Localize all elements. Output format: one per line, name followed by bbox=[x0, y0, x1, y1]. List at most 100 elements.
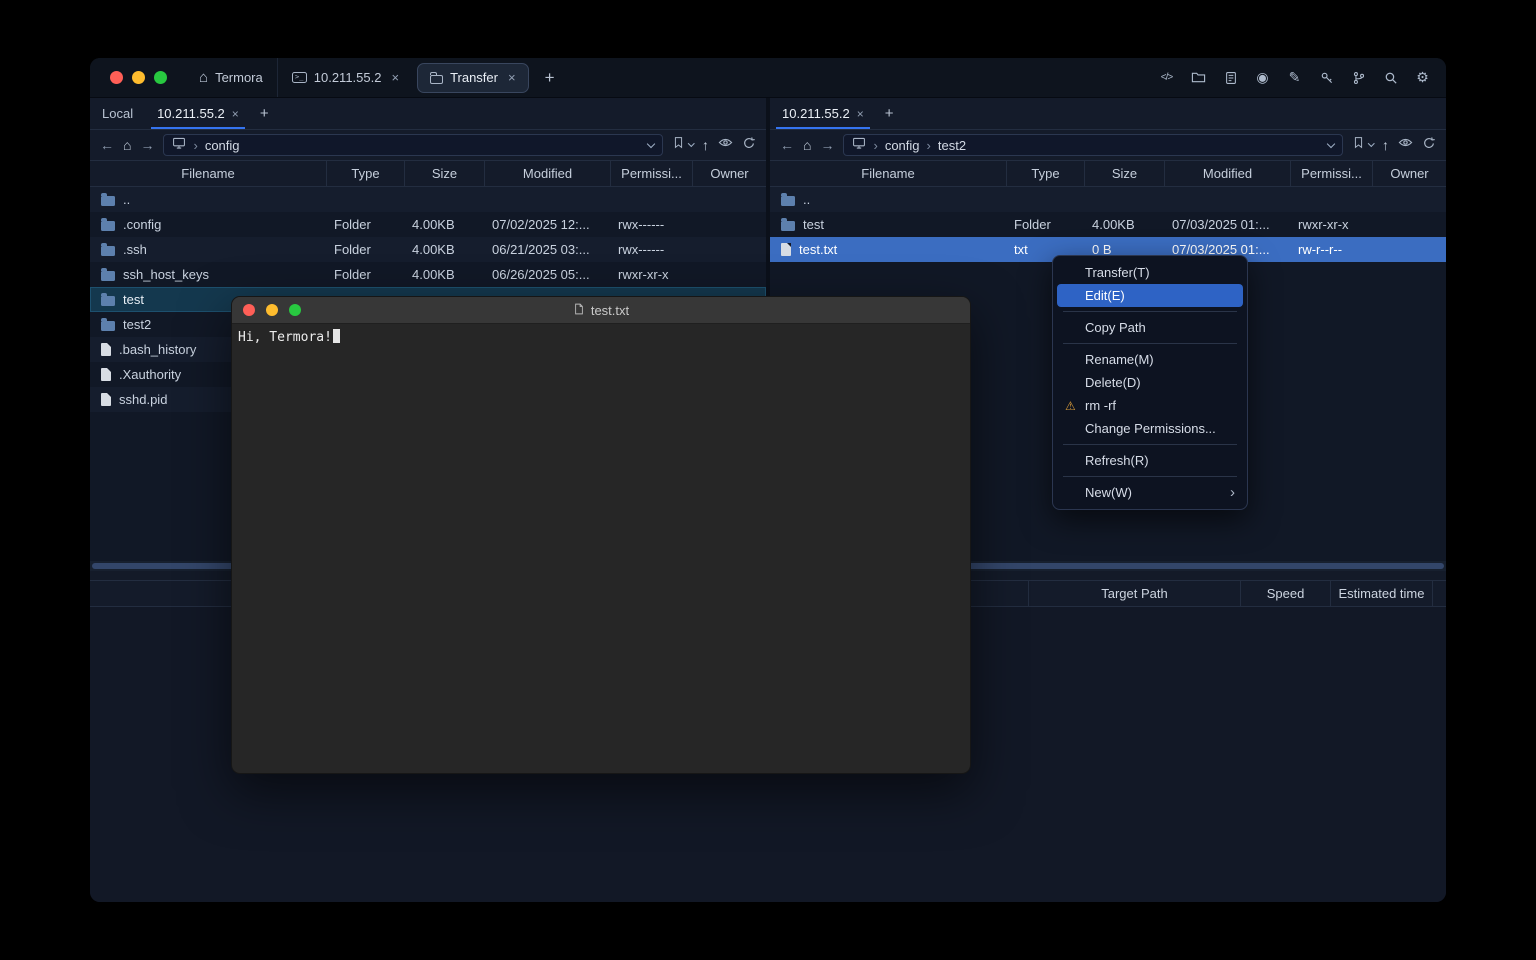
monitor-icon bbox=[172, 136, 186, 155]
bookmark-control[interactable] bbox=[1352, 136, 1374, 154]
breadcrumb-segment[interactable]: config bbox=[866, 138, 919, 153]
bookmark-control[interactable] bbox=[672, 136, 694, 154]
transfer-column-header[interactable]: Speed bbox=[1240, 581, 1330, 606]
new-tab-button[interactable]: + bbox=[251, 98, 278, 129]
panel-tab[interactable]: Local × bbox=[90, 98, 145, 129]
panel-tab[interactable]: 10.211.55.2 × bbox=[770, 98, 876, 129]
close-window-button[interactable] bbox=[243, 304, 255, 316]
forward-icon[interactable]: → bbox=[140, 138, 154, 152]
file-row[interactable]: .. bbox=[90, 187, 766, 212]
column-header[interactable]: Filename bbox=[90, 161, 326, 186]
panel-tab[interactable]: 10.211.55.2 × bbox=[145, 98, 251, 129]
file-modified: 06/21/2025 03:... bbox=[484, 242, 610, 257]
menu-item[interactable]: › bbox=[1063, 343, 1237, 344]
transfer-column-header[interactable]: Target Path bbox=[1028, 581, 1240, 606]
close-tab-icon[interactable]: × bbox=[232, 107, 239, 121]
minimize-window-button[interactable] bbox=[266, 304, 278, 316]
close-tab-icon[interactable]: × bbox=[508, 70, 516, 85]
breadcrumb-segment[interactable]: config bbox=[186, 138, 239, 153]
tab-label: Transfer bbox=[450, 70, 498, 85]
settings-icon[interactable]: ⚙ bbox=[1413, 68, 1432, 87]
refresh-icon[interactable] bbox=[1422, 136, 1436, 155]
path-field[interactable]: config bbox=[163, 134, 662, 156]
folder-icon[interactable] bbox=[1189, 68, 1208, 87]
menu-item[interactable]: Copy Path › bbox=[1057, 316, 1243, 339]
file-row[interactable]: ssh_host_keys Folder 4.00KB 06/26/2025 0… bbox=[90, 262, 766, 287]
titlebar-tab[interactable]: 10.211.55.2 × bbox=[277, 58, 413, 97]
breadcrumb-segment[interactable]: test2 bbox=[920, 138, 967, 153]
key-icon[interactable] bbox=[1317, 68, 1336, 87]
menu-item[interactable]: Change Permissions... › bbox=[1057, 417, 1243, 440]
close-window-button[interactable] bbox=[110, 71, 123, 84]
file-permissions: rw-r--r-- bbox=[1290, 242, 1372, 257]
file-modified: 07/02/2025 12:... bbox=[484, 217, 610, 232]
column-header[interactable]: Size bbox=[404, 161, 484, 186]
file-row[interactable]: .ssh Folder 4.00KB 06/21/2025 03:... rwx… bbox=[90, 237, 766, 262]
column-header[interactable]: Filename bbox=[770, 161, 1006, 186]
close-tab-icon[interactable]: × bbox=[391, 70, 399, 85]
column-header[interactable]: Permissi... bbox=[1290, 161, 1372, 186]
file-icon bbox=[101, 296, 115, 306]
titlebar-tab[interactable]: Termora × bbox=[185, 58, 277, 97]
file-permissions: rwxr-xr-x bbox=[1290, 217, 1372, 232]
eye-icon[interactable] bbox=[1398, 135, 1413, 155]
up-icon[interactable]: ↑ bbox=[1382, 138, 1389, 152]
file-permissions: rwx------ bbox=[610, 217, 692, 232]
titlebar-tab[interactable]: Transfer × bbox=[417, 63, 529, 93]
refresh-icon[interactable] bbox=[742, 136, 756, 155]
new-tab-button[interactable]: + bbox=[533, 68, 567, 88]
file-name: .. bbox=[803, 192, 810, 207]
column-header[interactable]: Size bbox=[1084, 161, 1164, 186]
search-icon[interactable] bbox=[1381, 68, 1400, 87]
menu-item[interactable]: › bbox=[1063, 311, 1237, 312]
menu-item[interactable]: Refresh(R) › bbox=[1057, 449, 1243, 472]
menu-item[interactable]: Edit(E) › bbox=[1057, 284, 1243, 307]
up-icon[interactable]: ↑ bbox=[702, 138, 709, 152]
file-name: .config bbox=[123, 217, 161, 232]
menu-item[interactable]: Transfer(T) › bbox=[1057, 261, 1243, 284]
column-header[interactable]: Permissi... bbox=[610, 161, 692, 186]
pencil-icon[interactable]: ✎ bbox=[1285, 68, 1304, 87]
navigation-bar: ← ⌂ → config test2 ↑ bbox=[770, 130, 1446, 160]
menu-item[interactable]: › bbox=[1063, 444, 1237, 445]
file-icon bbox=[101, 271, 115, 281]
editor-titlebar[interactable]: test.txt bbox=[232, 297, 970, 324]
file-row[interactable]: test Folder 4.00KB 07/03/2025 01:... rwx… bbox=[770, 212, 1446, 237]
home-icon[interactable]: ⌂ bbox=[803, 138, 811, 152]
titlebar: Termora × 10.211.55.2 × Transfer × + </>… bbox=[90, 58, 1446, 98]
transfer-column-header[interactable]: Estimated time bbox=[1330, 581, 1432, 606]
back-icon[interactable]: ← bbox=[100, 138, 114, 152]
column-header[interactable]: Owner bbox=[692, 161, 766, 186]
forward-icon[interactable]: → bbox=[820, 138, 834, 152]
path-field[interactable]: config test2 bbox=[843, 134, 1342, 156]
eye-icon[interactable] bbox=[718, 135, 733, 155]
editor-content[interactable]: Hi, Termora! bbox=[232, 324, 970, 350]
branch-icon[interactable] bbox=[1349, 68, 1368, 87]
maximize-window-button[interactable] bbox=[154, 71, 167, 84]
file-row[interactable]: .. bbox=[770, 187, 1446, 212]
menu-item[interactable]: New(W) › bbox=[1057, 481, 1243, 504]
chevron-down-icon[interactable] bbox=[646, 139, 654, 147]
code-icon[interactable]: </> bbox=[1157, 68, 1176, 87]
menu-item[interactable]: rm -rf › bbox=[1057, 394, 1243, 417]
minimize-window-button[interactable] bbox=[132, 71, 145, 84]
column-header[interactable]: Type bbox=[1006, 161, 1084, 186]
chevron-down-icon[interactable] bbox=[1326, 139, 1334, 147]
column-header[interactable]: Type bbox=[326, 161, 404, 186]
back-icon[interactable]: ← bbox=[780, 138, 794, 152]
record-icon[interactable]: ◉ bbox=[1253, 68, 1272, 87]
new-tab-button[interactable]: + bbox=[876, 98, 903, 129]
log-icon[interactable] bbox=[1221, 68, 1240, 87]
file-permissions: rwx------ bbox=[610, 242, 692, 257]
menu-item[interactable]: › bbox=[1063, 476, 1237, 477]
menu-item[interactable]: Rename(M) › bbox=[1057, 348, 1243, 371]
column-header[interactable]: Modified bbox=[1164, 161, 1290, 186]
file-row[interactable]: .config Folder 4.00KB 07/02/2025 12:... … bbox=[90, 212, 766, 237]
column-header[interactable]: Modified bbox=[484, 161, 610, 186]
column-header[interactable]: Owner bbox=[1372, 161, 1446, 186]
close-tab-icon[interactable]: × bbox=[857, 107, 864, 121]
menu-item[interactable]: Delete(D) › bbox=[1057, 371, 1243, 394]
home-icon[interactable]: ⌂ bbox=[123, 138, 131, 152]
file-icon bbox=[781, 221, 795, 231]
maximize-window-button[interactable] bbox=[289, 304, 301, 316]
